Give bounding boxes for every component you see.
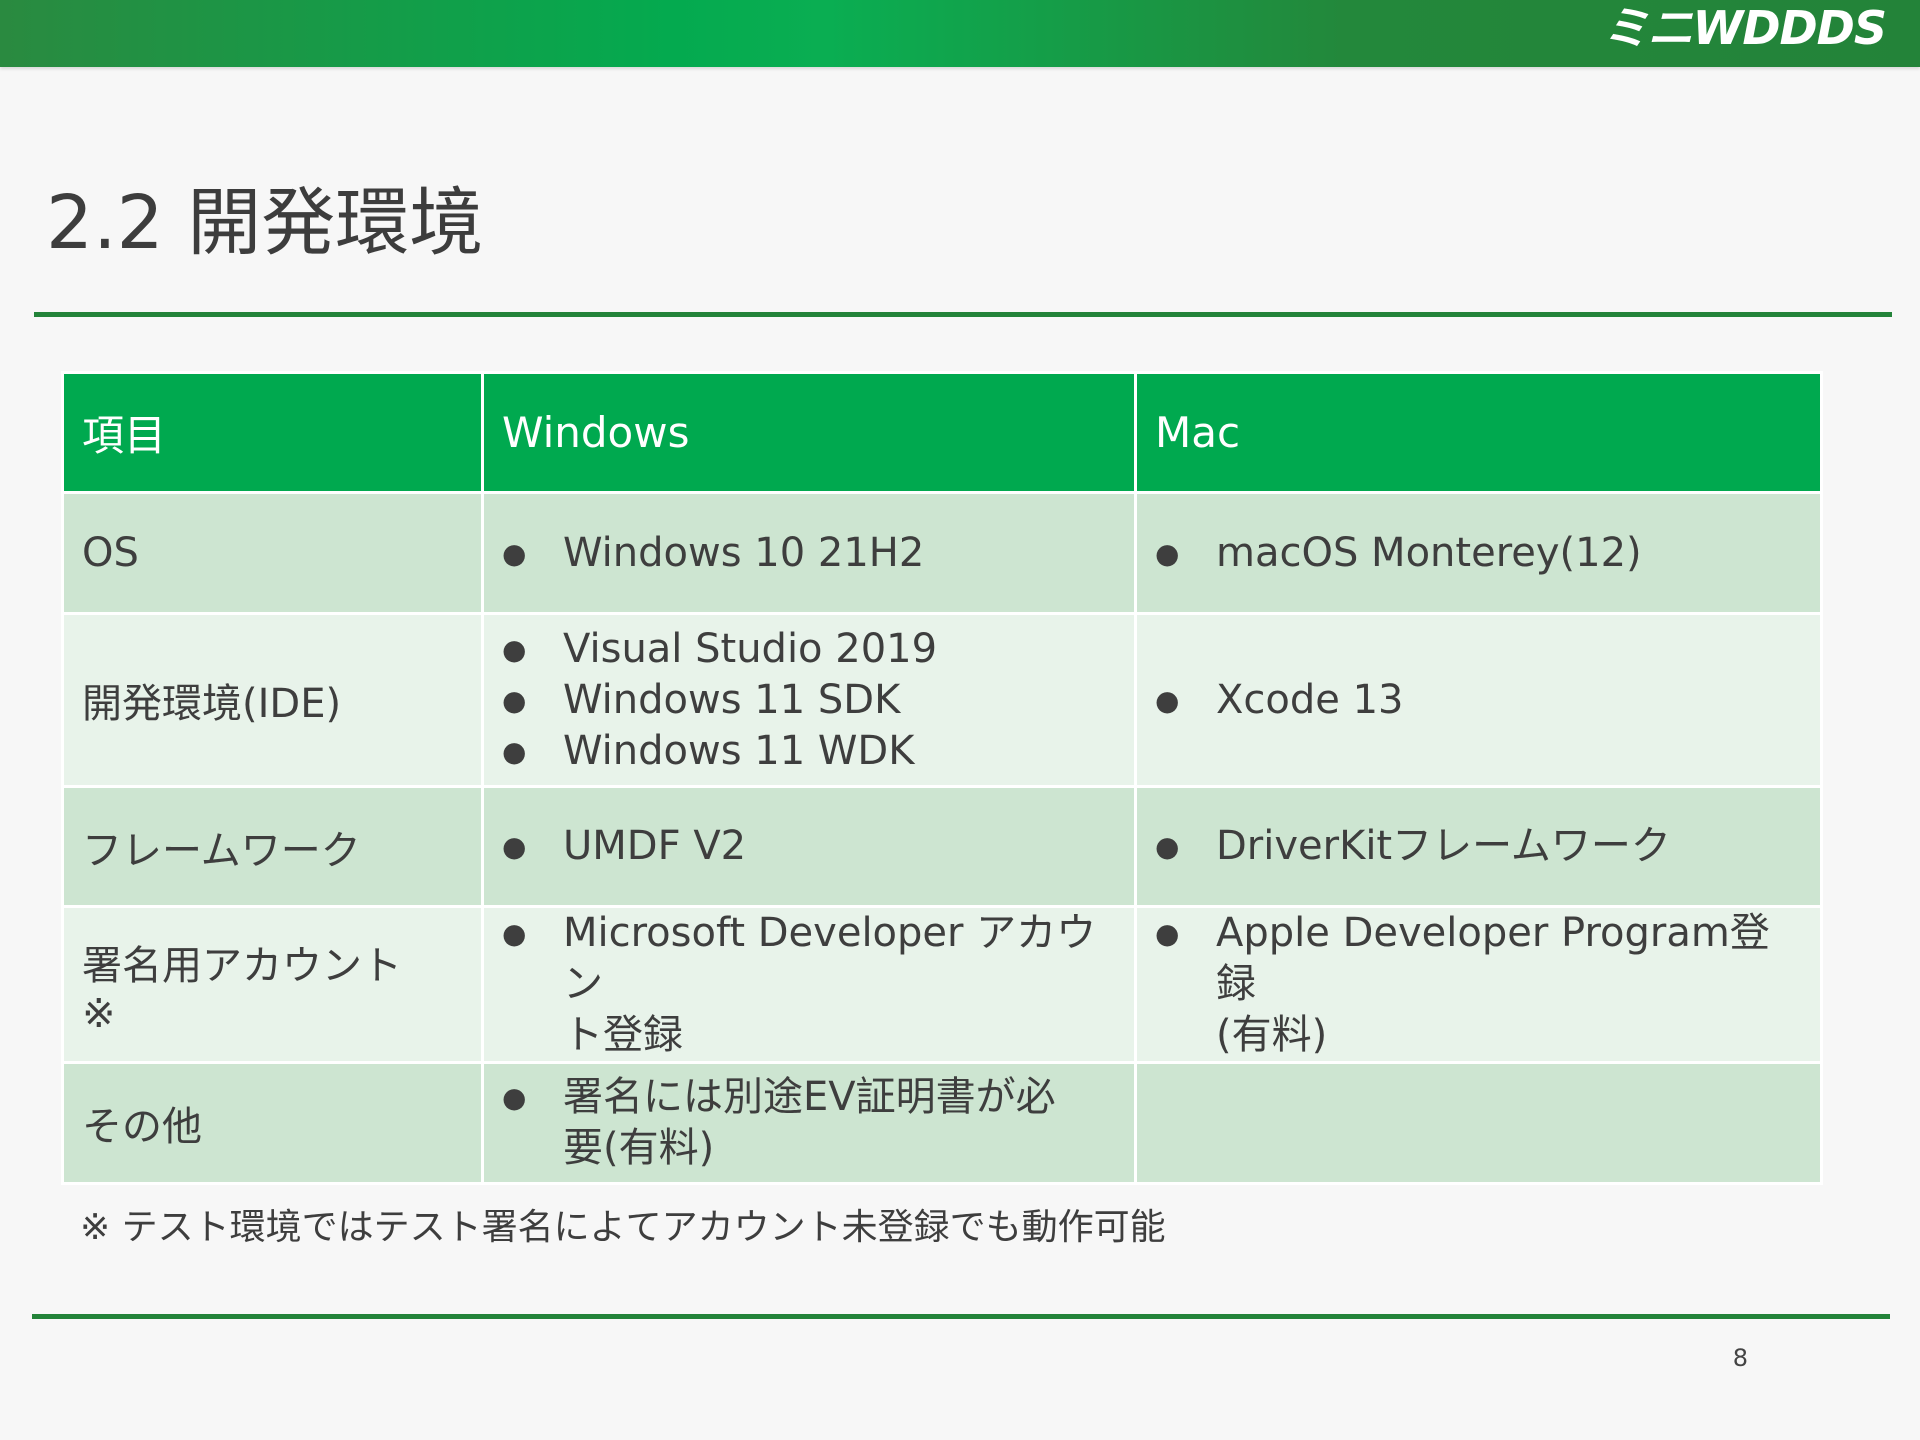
- bullet-item: ● 署名には別途EV証明書が必 要(有料): [502, 1072, 1116, 1174]
- windows-cell: ● 署名には別途EV証明書が必 要(有料): [481, 1061, 1137, 1185]
- row-label: フレームワーク: [61, 785, 484, 908]
- bullet-item: ● UMDF V2: [502, 821, 1116, 872]
- environment-table: 項目 Windows Mac OS ● Windows 10 21H2 ● macO…: [61, 371, 1823, 1185]
- bullet-icon: ●: [1155, 536, 1180, 570]
- bullet-text: DriverKitフレームワーク: [1216, 823, 1671, 869]
- bullet-text-continuation: 要(有料): [563, 1125, 715, 1171]
- bullet-text: macOS Monterey(12): [1216, 529, 1642, 576]
- title-divider: [34, 312, 1892, 317]
- bullet-text: Windows 11 WDK: [563, 727, 915, 774]
- row-label-text: その他: [82, 1104, 202, 1150]
- bullet-item: ● Windows 10 21H2: [502, 528, 1116, 579]
- bullet-item: ● DriverKitフレームワーク: [1155, 821, 1802, 872]
- row-label-text: OS: [82, 530, 139, 576]
- logo: ミニWDDDS: [1602, 1, 1887, 55]
- header-bar: ミニWDDDS: [0, 0, 1920, 67]
- bullet-icon: ●: [502, 536, 527, 570]
- bullet-icon: ●: [1155, 830, 1180, 863]
- bullet-item: ● Apple Developer Program登録 (有料): [1155, 908, 1802, 1061]
- bullet-icon: ●: [502, 683, 527, 717]
- bullet-text: UMDF V2: [563, 823, 747, 869]
- column-header-item: 項目: [61, 371, 484, 494]
- bullet-icon: ●: [502, 632, 527, 666]
- mac-cell: [1134, 1061, 1823, 1185]
- bullet-icon: ●: [502, 1081, 527, 1114]
- footer-divider: [32, 1314, 1890, 1319]
- page-number: 8: [1732, 1344, 1748, 1372]
- bullet-item: ● Windows 11 WDK: [502, 726, 1116, 777]
- page-title: 2.2 開発環境: [46, 180, 484, 266]
- table-row-os: OS ● Windows 10 21H2 ● macOS Monterey(12): [61, 491, 1823, 615]
- row-label-note-mark: ※: [82, 990, 116, 1037]
- footnote: ※ テスト環境ではテスト署名によてアカウント未登録でも動作可能: [80, 1207, 1166, 1248]
- mac-cell: ● DriverKitフレームワーク: [1134, 785, 1823, 908]
- row-label-text: 署名用アカウント: [82, 942, 402, 989]
- bullet-item: ● Microsoft Developer アカウント登録: [502, 908, 1116, 1061]
- bullet-item: ● Visual Studio 2019: [502, 624, 1116, 675]
- bullet-text: 署名には別途EV証明書が必: [563, 1074, 1056, 1120]
- row-label-text: フレームワーク: [82, 827, 361, 874]
- windows-cell: ● Windows 10 21H2: [481, 491, 1137, 615]
- bullet-text: Visual Studio 2019: [563, 625, 938, 672]
- windows-cell: ● Visual Studio 2019 ● Windows 11 SDK ● Win…: [481, 612, 1137, 788]
- column-header-windows: Windows: [481, 371, 1137, 494]
- row-label: OS: [61, 491, 484, 615]
- mac-cell: ● macOS Monterey(12): [1134, 491, 1823, 615]
- bullet-text: Windows 11 SDK: [563, 676, 901, 723]
- bullet-icon: ●: [502, 917, 527, 950]
- windows-cell: ● UMDF V2: [481, 785, 1137, 908]
- bullet-item: ● Windows 11 SDK: [502, 675, 1116, 726]
- bullet-text: Windows 10 21H2: [563, 529, 925, 576]
- bullet-item: ● Xcode 13: [1155, 675, 1802, 726]
- mac-cell: ● Apple Developer Program登録 (有料): [1134, 905, 1823, 1064]
- bullet-icon: ●: [502, 830, 527, 863]
- mac-cell: ● Xcode 13: [1134, 612, 1823, 788]
- bullet-text-continuation: ト登録: [563, 1012, 683, 1058]
- table-row-signing-account: 署名用アカウント ※ ● Microsoft Developer アカウン ト登録 …: [61, 905, 1823, 1064]
- windows-cell: ● Microsoft Developer アカウント登録: [481, 905, 1137, 1064]
- bullet-item: ● macOS Monterey(12): [1155, 528, 1802, 579]
- table-row-other: その他 ● 署名には別途EV証明書が必 要(有料): [61, 1061, 1823, 1185]
- bullet-text: Apple Developer Program登録: [1216, 910, 1770, 1007]
- bullet-icon: ●: [1155, 917, 1180, 950]
- row-label-text: 開発環境(IDE): [82, 681, 342, 727]
- row-label: 開発環境(IDE): [61, 612, 484, 788]
- bullet-icon: ●: [1155, 683, 1180, 717]
- table-row-ide: 開発環境(IDE) ● Visual Studio 2019 ● Windows 1…: [61, 612, 1823, 788]
- row-label: 署名用アカウント ※: [61, 905, 484, 1064]
- table-header-row: 項目 Windows Mac: [61, 371, 1823, 494]
- bullet-text: Xcode 13: [1216, 676, 1404, 723]
- row-label: その他: [61, 1061, 484, 1185]
- bullet-icon: ●: [502, 734, 527, 768]
- column-header-mac: Mac: [1134, 371, 1823, 494]
- bullet-text-continuation: (有料): [1216, 1012, 1328, 1058]
- bullet-text: Microsoft Developer アカウン: [563, 910, 1097, 1007]
- table-row-framework: フレームワーク ● UMDF V2 ● DriverKitフレームワーク: [61, 785, 1823, 908]
